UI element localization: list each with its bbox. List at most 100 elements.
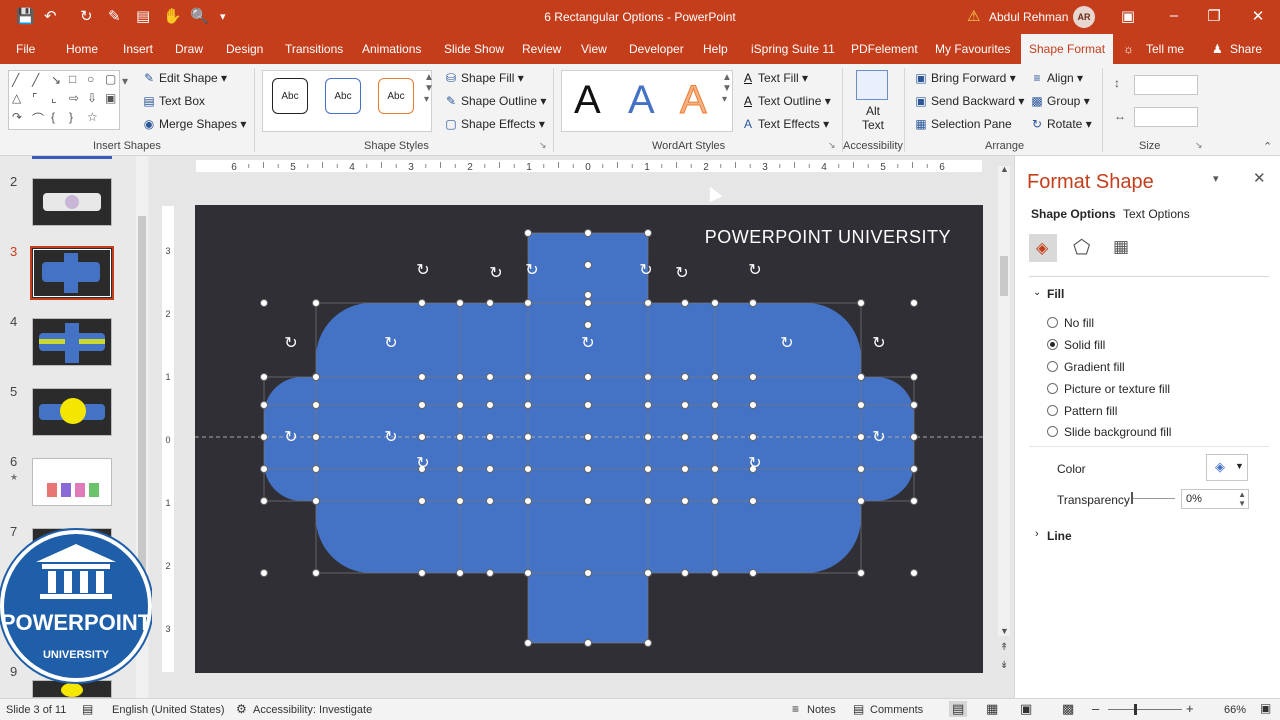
rotate-handle-icon[interactable]: ↻ xyxy=(384,427,397,446)
rotate-handle-icon[interactable]: ↻ xyxy=(639,260,652,279)
tab-tell-me[interactable]: Tell me xyxy=(1146,42,1184,56)
resize-handle[interactable] xyxy=(857,569,865,577)
color-picker-button[interactable]: ◈ ▼ xyxy=(1206,454,1248,481)
zoom-slider-thumb[interactable] xyxy=(1134,704,1137,715)
resize-handle[interactable] xyxy=(749,569,757,577)
resize-handle[interactable] xyxy=(312,401,320,409)
resize-handle[interactable] xyxy=(584,291,592,299)
size-properties-icon[interactable]: ▦ xyxy=(1113,237,1129,257)
zoom-out-icon[interactable]: – xyxy=(1092,701,1099,716)
resize-handle[interactable] xyxy=(260,401,268,409)
style-orange-outline[interactable]: Abc xyxy=(378,78,414,114)
resize-handle[interactable] xyxy=(644,229,652,237)
tab-design[interactable]: Design xyxy=(226,42,263,56)
rotate-handle-icon[interactable]: ↻ xyxy=(872,427,885,446)
slider-thumb[interactable] xyxy=(1131,492,1133,504)
resize-handle[interactable] xyxy=(456,299,464,307)
resize-handle[interactable] xyxy=(584,299,592,307)
dialog-launcher-icon[interactable]: ↘ xyxy=(828,140,836,151)
slide-bg-fill-radio[interactable] xyxy=(1047,426,1058,437)
tab-my-favourites[interactable]: My Favourites xyxy=(935,42,1010,56)
transparency-input[interactable]: 0% ▲ ▼ xyxy=(1181,489,1249,509)
resize-handle[interactable] xyxy=(418,569,426,577)
connector-icon-2[interactable]: ⌞ xyxy=(51,91,57,105)
resize-handle[interactable] xyxy=(260,569,268,577)
resize-handle[interactable] xyxy=(312,373,320,381)
resize-handle[interactable] xyxy=(681,497,689,505)
resize-handle[interactable] xyxy=(910,497,918,505)
styles-scroll-icon[interactable]: ▲ ▼ ▾ xyxy=(424,72,434,105)
slide-title-text[interactable]: POWERPOINT UNIVERSITY xyxy=(705,227,951,248)
rotate-handle-icon[interactable]: ↻ xyxy=(872,333,885,352)
resize-handle[interactable] xyxy=(486,497,494,505)
resize-handle[interactable] xyxy=(857,401,865,409)
resize-handle[interactable] xyxy=(524,569,532,577)
shapes-layer[interactable]: ↻ ↻ ↻ ↻ ↻ ↻ ↻ ↻ ↻ ↻ ↻ ↻ ↻ ↻ ↻ ↻ ↻ xyxy=(195,205,983,673)
slideshow-icon[interactable]: ▩ xyxy=(1062,701,1074,717)
pane-options-icon[interactable]: ▾ xyxy=(1213,172,1219,185)
resize-handle[interactable] xyxy=(681,433,689,441)
user-name[interactable]: Abdul Rehman xyxy=(989,10,1068,24)
connector-icon[interactable]: ⌜ xyxy=(32,91,38,105)
notes-button[interactable]: Notes xyxy=(807,704,836,716)
resize-handle[interactable] xyxy=(418,433,426,441)
callout-icon[interactable]: ▣ xyxy=(105,91,116,105)
resize-handle[interactable] xyxy=(644,299,652,307)
next-slide-icon[interactable]: ↡ xyxy=(1000,660,1008,671)
chevron-right-icon[interactable]: › xyxy=(1035,528,1039,540)
text-effects-button[interactable]: A Text Effects ▾ xyxy=(741,117,829,131)
resize-handle[interactable] xyxy=(857,465,865,473)
resize-handle[interactable] xyxy=(857,497,865,505)
line-icon-2[interactable]: ╱ xyxy=(32,73,39,87)
oval-icon[interactable]: ○ xyxy=(87,72,94,86)
dialog-launcher-icon[interactable]: ↘ xyxy=(539,140,547,151)
resize-handle[interactable] xyxy=(584,465,592,473)
solid-fill-label[interactable]: Solid fill xyxy=(1064,338,1105,352)
alt-text-button[interactable]: Alt Text xyxy=(862,104,884,132)
shape-effects-button[interactable]: ▢ Shape Effects ▾ xyxy=(444,117,545,131)
maximize-icon[interactable]: ❐ xyxy=(1204,7,1224,25)
ribbon-display-icon[interactable]: ▣ xyxy=(1118,7,1138,25)
shape-outline-button[interactable]: ✎ Shape Outline ▾ xyxy=(444,94,546,108)
resize-handle[interactable] xyxy=(486,465,494,473)
resize-handle[interactable] xyxy=(456,465,464,473)
resize-handle[interactable] xyxy=(711,465,719,473)
style-black-outline[interactable]: Abc xyxy=(272,78,308,114)
resize-handle[interactable] xyxy=(486,401,494,409)
resize-handle[interactable] xyxy=(260,299,268,307)
resize-handle[interactable] xyxy=(486,433,494,441)
tab-insert[interactable]: Insert xyxy=(123,42,153,56)
resize-handle[interactable] xyxy=(857,299,865,307)
tab-animations[interactable]: Animations xyxy=(362,42,421,56)
resize-handle[interactable] xyxy=(456,401,464,409)
no-fill-label[interactable]: No fill xyxy=(1064,316,1094,330)
send-backward-button[interactable]: ▣ Send Backward ▾ xyxy=(914,94,1024,108)
slide-thumbnail-5[interactable] xyxy=(32,388,112,436)
fill-section-header[interactable]: Fill xyxy=(1047,287,1064,301)
zoom-slider[interactable] xyxy=(1108,709,1182,710)
slide-thumbnail-6[interactable] xyxy=(32,458,112,506)
resize-handle[interactable] xyxy=(644,401,652,409)
resize-handle[interactable] xyxy=(524,229,532,237)
resize-handle[interactable] xyxy=(312,569,320,577)
line-icon[interactable]: ╱ xyxy=(12,73,19,87)
arc-icon[interactable]: ⌒ xyxy=(32,110,44,127)
resize-handle[interactable] xyxy=(456,433,464,441)
resize-handle[interactable] xyxy=(910,299,918,307)
slide-thumbnail-4[interactable] xyxy=(32,318,112,366)
resize-handle[interactable] xyxy=(749,373,757,381)
resize-handle[interactable] xyxy=(486,569,494,577)
align-button[interactable]: ≡ Align ▾ xyxy=(1030,71,1083,85)
resize-handle[interactable] xyxy=(910,373,918,381)
resize-handle[interactable] xyxy=(644,639,652,647)
resize-handle[interactable] xyxy=(711,401,719,409)
resize-handle[interactable] xyxy=(711,373,719,381)
resize-handle[interactable] xyxy=(910,465,918,473)
resize-handle[interactable] xyxy=(524,373,532,381)
rotate-handle-icon[interactable]: ↻ xyxy=(675,263,688,282)
resize-handle[interactable] xyxy=(524,299,532,307)
resize-handle[interactable] xyxy=(456,569,464,577)
resize-handle[interactable] xyxy=(456,497,464,505)
resize-handle[interactable] xyxy=(524,639,532,647)
collapse-ribbon-icon[interactable]: ⌃ xyxy=(1263,140,1272,153)
